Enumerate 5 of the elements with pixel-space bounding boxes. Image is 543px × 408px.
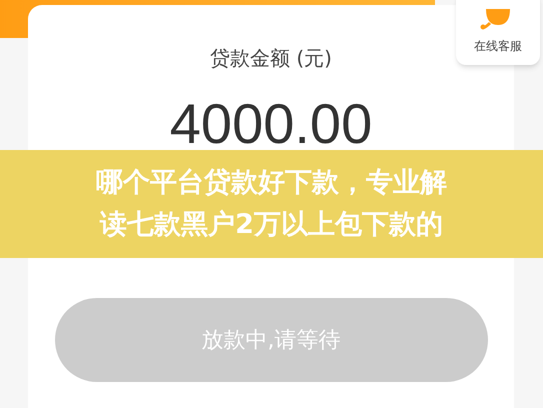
caption-line: 哪个平台贷款好下款，专业解 xyxy=(96,166,447,200)
customer-service-button[interactable]: 在线客服 xyxy=(456,0,540,65)
caption-line: 读七款黑户2万以上包下款的 xyxy=(100,208,443,242)
amount-label: 贷款金额 (元) xyxy=(210,45,332,72)
loan-amount: 4000.00 xyxy=(170,92,372,156)
